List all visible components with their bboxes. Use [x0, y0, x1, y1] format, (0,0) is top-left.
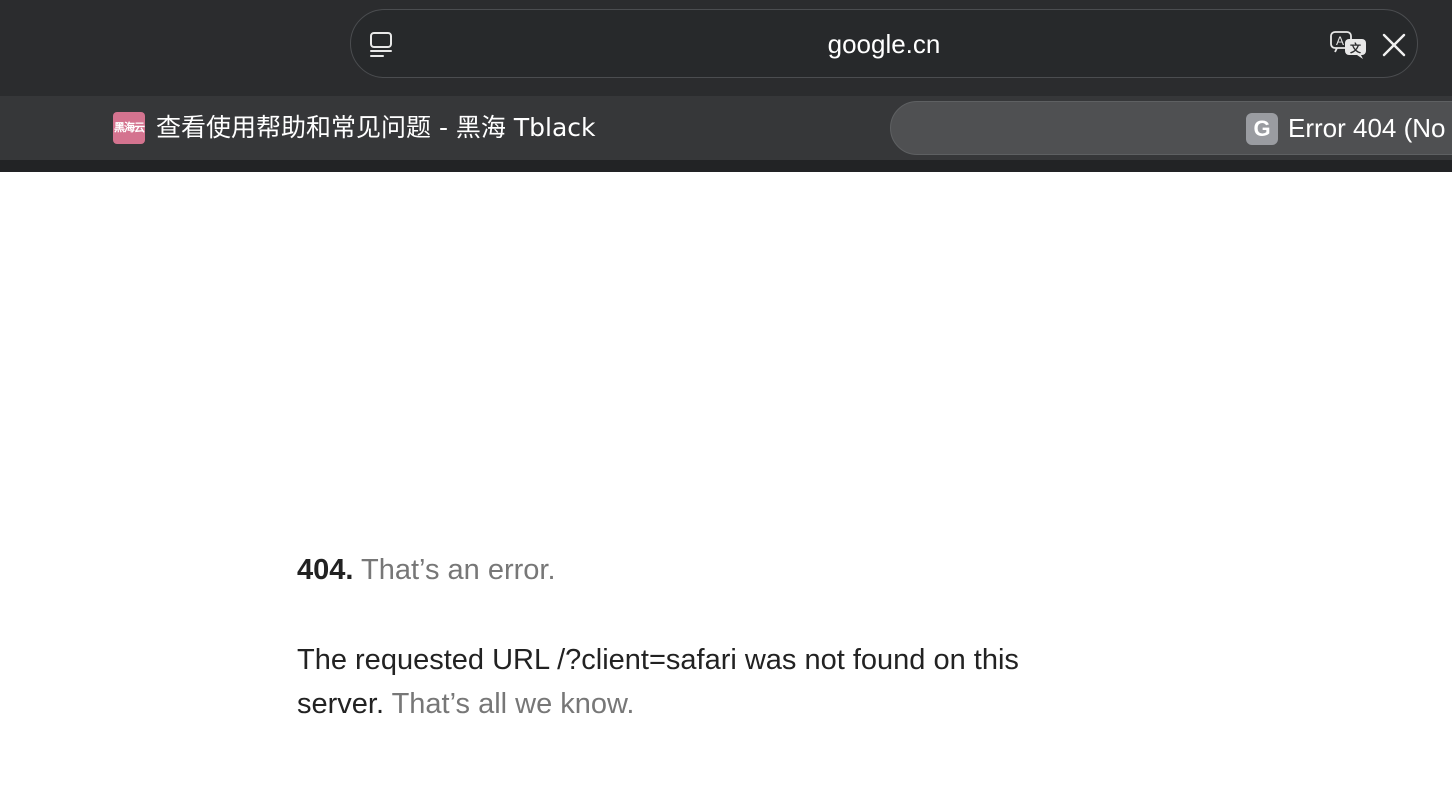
browser-toolbar: google.cn A 文 [0, 0, 1452, 96]
google-favicon-icon: G [1246, 113, 1278, 145]
close-icon[interactable] [1381, 32, 1407, 58]
page-content: 404. That’s an error. The requested URL … [0, 172, 1452, 808]
error-tagline: That’s an error. [361, 554, 556, 586]
tab-title: 查看使用帮助和常见问题 - 黑海 Tblack [156, 113, 596, 142]
tab-help-faq[interactable]: 黑海云 查看使用帮助和常见问题 - 黑海 Tblack [100, 96, 860, 160]
address-bar[interactable]: google.cn A 文 [350, 9, 1418, 78]
tab-bar-divider [0, 160, 1452, 172]
translate-icon[interactable]: A 文 [1329, 30, 1369, 60]
error-message-tail: That’s all we know. [391, 688, 635, 720]
tab-bar: 黑海云 查看使用帮助和常见问题 - 黑海 Tblack G Error 404 … [0, 96, 1452, 160]
tab-title: Error 404 (No [1288, 113, 1446, 143]
error-heading: 404. That’s an error. [297, 550, 556, 590]
error-code: 404. [297, 554, 354, 586]
error-message: The requested URL /?client=safari was no… [297, 638, 1077, 726]
svg-text:文: 文 [1350, 41, 1362, 55]
tab-error-404[interactable]: G Error 404 (No [890, 101, 1452, 155]
tab-favicon: 黑海云 [113, 112, 145, 144]
url-text[interactable]: google.cn [351, 10, 1417, 79]
svg-text:A: A [1336, 34, 1344, 48]
